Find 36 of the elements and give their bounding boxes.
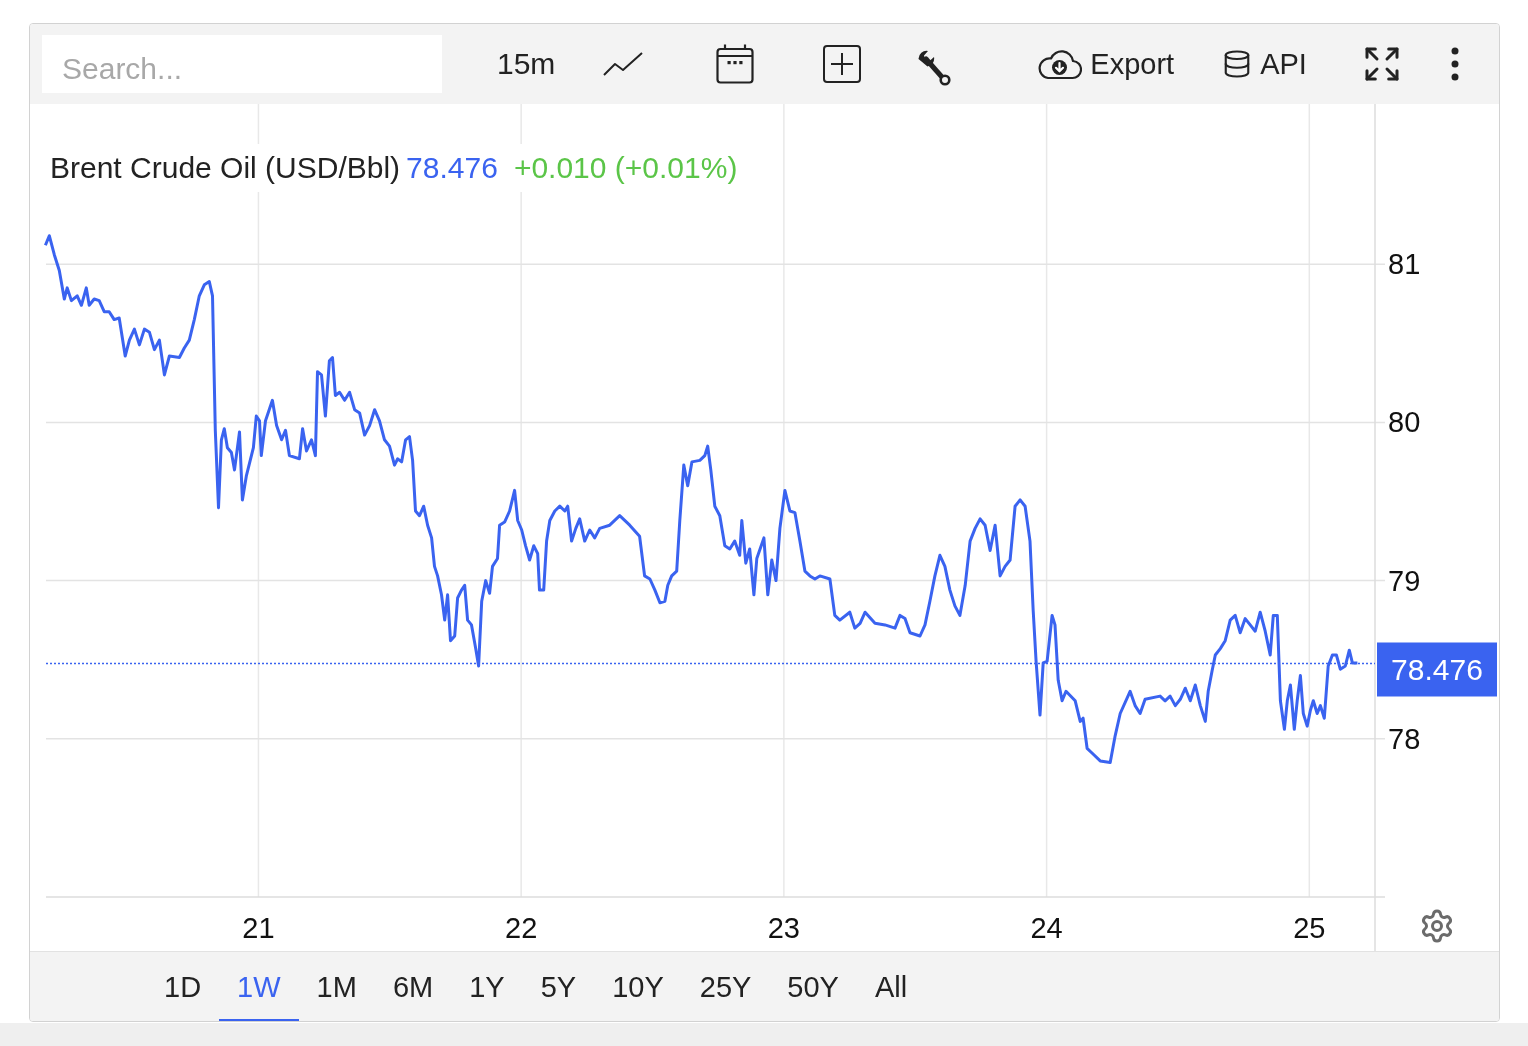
range-tab[interactable]: 10Y bbox=[594, 952, 682, 1021]
tools-button[interactable] bbox=[917, 50, 952, 86]
date-range-button[interactable] bbox=[716, 44, 755, 84]
more-options-icon bbox=[1449, 47, 1460, 81]
y-axis-label: 78 bbox=[1388, 722, 1421, 755]
settings-icon[interactable] bbox=[1422, 909, 1452, 943]
chart-type-button[interactable] bbox=[603, 51, 644, 77]
compare-button[interactable] bbox=[823, 45, 862, 83]
more-options-button[interactable] bbox=[1449, 47, 1460, 81]
y-axis-label: 81 bbox=[1388, 248, 1421, 281]
range-tab[interactable]: 50Y bbox=[769, 952, 857, 1021]
cloud-download-icon bbox=[1037, 48, 1083, 80]
interval-button[interactable]: 15m bbox=[497, 49, 556, 79]
range-tab[interactable]: 1Y bbox=[451, 952, 523, 1021]
range-tab[interactable]: 25Y bbox=[681, 952, 770, 1021]
range-tab[interactable]: 5Y bbox=[522, 952, 595, 1021]
plus-square-icon bbox=[823, 45, 862, 83]
range-tab[interactable]: All bbox=[856, 952, 926, 1021]
search-field[interactable]: Search... bbox=[42, 35, 442, 93]
wrench-icon bbox=[917, 50, 952, 86]
line-chart-icon bbox=[603, 51, 644, 77]
x-axis-label: 22 bbox=[505, 912, 538, 944]
range-tab[interactable]: 1M bbox=[298, 952, 375, 1021]
x-axis-label: 24 bbox=[1030, 912, 1063, 944]
x-axis-label: 21 bbox=[242, 912, 275, 944]
x-axis-label: 25 bbox=[1293, 912, 1326, 944]
y-axis-label: 80 bbox=[1388, 406, 1421, 439]
export-button[interactable]: Export bbox=[1037, 48, 1175, 80]
range-tab[interactable]: 1D bbox=[146, 952, 220, 1021]
last-price-badge: 78.476 bbox=[1377, 642, 1497, 697]
range-tab[interactable]: 6M bbox=[374, 952, 452, 1021]
api-button[interactable]: API bbox=[1222, 44, 1307, 84]
calendar-icon bbox=[716, 44, 755, 84]
x-axis-label: 23 bbox=[767, 912, 800, 944]
y-axis-label: 79 bbox=[1388, 564, 1421, 597]
range-tab[interactable]: 1W bbox=[219, 952, 299, 1021]
